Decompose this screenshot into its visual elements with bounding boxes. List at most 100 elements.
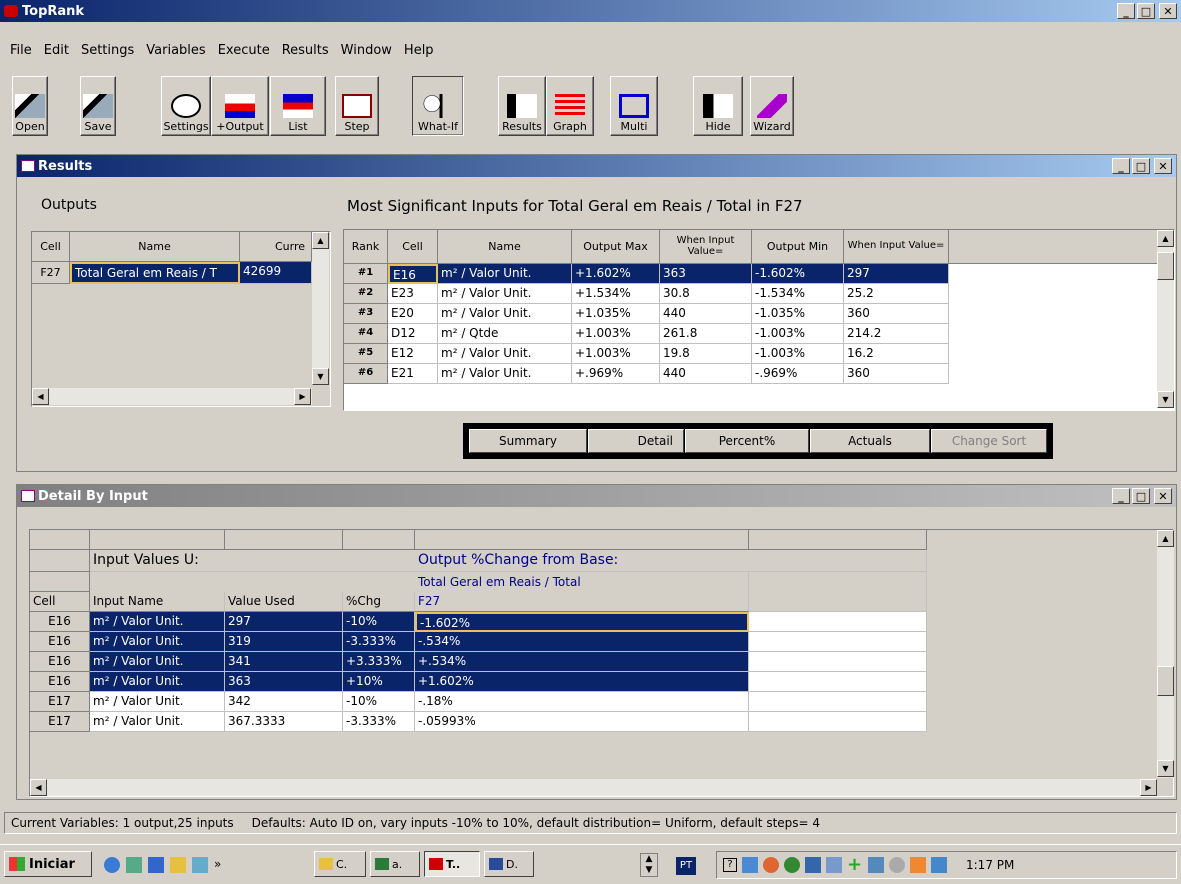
tray-icon-4[interactable] bbox=[805, 857, 821, 873]
detail-row-value-used[interactable]: 363 bbox=[225, 672, 343, 692]
rank-row-cell[interactable]: E12 bbox=[388, 344, 438, 364]
rank-row-cell[interactable]: D12 bbox=[388, 324, 438, 344]
rank-row-max-input-value[interactable]: 440 bbox=[660, 304, 752, 324]
open-button[interactable]: Open bbox=[12, 76, 48, 136]
rank-row-name[interactable]: m² / Valor Unit. bbox=[438, 304, 572, 324]
save-button[interactable]: Save bbox=[80, 76, 116, 136]
detail-row-value-used[interactable]: 342 bbox=[225, 692, 343, 712]
tray-icon-2[interactable] bbox=[763, 857, 779, 873]
outputs-row-current[interactable]: 42699 bbox=[240, 262, 312, 284]
outlook-icon[interactable] bbox=[148, 857, 164, 873]
detail-scroll-down-button[interactable]: ▼ bbox=[1157, 760, 1174, 777]
rank-row-min-input-value[interactable]: 297 bbox=[844, 264, 949, 284]
detail-scroll-thumb[interactable] bbox=[1157, 666, 1174, 696]
tray-plus-icon[interactable]: + bbox=[847, 856, 863, 874]
task-explorer[interactable]: C. bbox=[314, 851, 366, 877]
rank-row-cell[interactable]: E16 bbox=[388, 264, 438, 284]
detail-scroll-left-button[interactable]: ◀ bbox=[30, 779, 47, 796]
rank-row-name[interactable]: m² / Valor Unit. bbox=[438, 284, 572, 304]
more-chevron-icon[interactable]: » bbox=[214, 857, 221, 873]
rank-header-min-input-value[interactable]: When Input Value= bbox=[844, 230, 949, 264]
detail-header-cell[interactable]: Cell bbox=[30, 592, 90, 612]
rank-row-cell[interactable]: E21 bbox=[388, 364, 438, 384]
rank-row-number[interactable]: #1 bbox=[344, 264, 388, 284]
rank-row-name[interactable]: m² / Qtde bbox=[438, 324, 572, 344]
rank-row-output-min[interactable]: -1.534% bbox=[752, 284, 844, 304]
list-button[interactable]: List bbox=[270, 76, 326, 136]
detail-row-cell[interactable]: E16 bbox=[30, 652, 90, 672]
hide-button[interactable]: Hide bbox=[693, 76, 743, 136]
rank-row-output-max[interactable]: +1.602% bbox=[572, 264, 660, 284]
detail-col-header-a[interactable] bbox=[30, 530, 90, 550]
menu-results[interactable]: Results bbox=[276, 43, 335, 58]
outputs-horizontal-scrollbar[interactable] bbox=[32, 388, 312, 405]
tray-icon-5[interactable] bbox=[826, 857, 842, 873]
taskbar-spinner[interactable]: ▲ ▼ bbox=[640, 853, 658, 877]
outputs-row-name[interactable]: Total Geral em Reais / T bbox=[70, 262, 240, 284]
detail-row-output-change[interactable]: +1.602% bbox=[415, 672, 749, 692]
detail-button[interactable]: Detail bbox=[588, 429, 684, 453]
tray-icon-7[interactable] bbox=[889, 857, 905, 873]
rank-row-max-input-value[interactable]: 261.8 bbox=[660, 324, 752, 344]
detail-col-header-d[interactable] bbox=[343, 530, 415, 550]
rank-header-output-max[interactable]: Output Max bbox=[572, 230, 660, 264]
outputs-header-current[interactable]: Curre bbox=[240, 232, 312, 262]
step-button[interactable]: Step bbox=[335, 76, 379, 136]
detail-row-value-used[interactable]: 319 bbox=[225, 632, 343, 652]
task-word[interactable]: D. bbox=[484, 851, 534, 877]
outputs-scroll-down-button[interactable]: ▼ bbox=[312, 368, 329, 385]
detail-row-extra[interactable] bbox=[749, 712, 927, 732]
rank-row-number[interactable]: #5 bbox=[344, 344, 388, 364]
rank-header-cell[interactable]: Cell bbox=[388, 230, 438, 264]
tray-icon-6[interactable] bbox=[868, 857, 884, 873]
wizard-button[interactable]: Wizard bbox=[750, 76, 794, 136]
language-indicator[interactable]: PT bbox=[676, 857, 696, 875]
actuals-button[interactable]: Actuals bbox=[810, 429, 930, 453]
detail-scroll-up-button[interactable]: ▲ bbox=[1157, 530, 1174, 547]
results-close-button[interactable]: ✕ bbox=[1154, 158, 1172, 174]
detail-col-header-f[interactable] bbox=[749, 530, 927, 550]
rank-row-min-input-value[interactable]: 360 bbox=[844, 364, 949, 384]
detail-row-extra[interactable] bbox=[749, 632, 927, 652]
rank-row-number[interactable]: #4 bbox=[344, 324, 388, 344]
detail-row-input-name[interactable]: m² / Valor Unit. bbox=[90, 672, 225, 692]
outputs-header-name[interactable]: Name bbox=[70, 232, 240, 262]
rank-row-number[interactable]: #6 bbox=[344, 364, 388, 384]
detail-row-cell[interactable]: E16 bbox=[30, 612, 90, 632]
detail-row-extra[interactable] bbox=[749, 612, 927, 632]
rank-row-cell[interactable]: E20 bbox=[388, 304, 438, 324]
graph-button[interactable]: Graph bbox=[546, 76, 594, 136]
detail-row-extra[interactable] bbox=[749, 692, 927, 712]
menu-window[interactable]: Window bbox=[335, 43, 398, 58]
detail-col-header-e[interactable] bbox=[415, 530, 749, 550]
outputs-scroll-up-button[interactable]: ▲ bbox=[312, 232, 329, 249]
rank-scroll-up-button[interactable]: ▲ bbox=[1157, 230, 1174, 247]
rank-row-output-min[interactable]: -1.602% bbox=[752, 264, 844, 284]
detail-row-cell[interactable]: E16 bbox=[30, 672, 90, 692]
detail-row-value-used[interactable]: 367.3333 bbox=[225, 712, 343, 732]
detail-scroll-right-button[interactable]: ▶ bbox=[1140, 779, 1157, 796]
results-minimize-button[interactable]: _ bbox=[1112, 158, 1130, 174]
detail-row-output-change[interactable]: -.534% bbox=[415, 632, 749, 652]
rank-row-name[interactable]: m² / Valor Unit. bbox=[438, 344, 572, 364]
rank-row-number[interactable]: #2 bbox=[344, 284, 388, 304]
detail-row-extra[interactable] bbox=[749, 652, 927, 672]
detail-row-input-name[interactable]: m² / Valor Unit. bbox=[90, 612, 225, 632]
rank-row-output-min[interactable]: -1.035% bbox=[752, 304, 844, 324]
rank-row-max-input-value[interactable]: 363 bbox=[660, 264, 752, 284]
rank-row-number[interactable]: #3 bbox=[344, 304, 388, 324]
detail-row-pct-change[interactable]: -3.333% bbox=[343, 712, 415, 732]
detail-row-cell[interactable]: E17 bbox=[30, 692, 90, 712]
detail-row-cell[interactable]: E17 bbox=[30, 712, 90, 732]
rank-row-output-max[interactable]: +.969% bbox=[572, 364, 660, 384]
close-button[interactable]: ✕ bbox=[1159, 3, 1177, 19]
rank-row-output-min[interactable]: -1.003% bbox=[752, 324, 844, 344]
rank-row-output-max[interactable]: +1.035% bbox=[572, 304, 660, 324]
tray-icon-8[interactable] bbox=[910, 857, 926, 873]
detail-row-pct-change[interactable]: -10% bbox=[343, 612, 415, 632]
menu-variables[interactable]: Variables bbox=[140, 43, 211, 58]
what-if-button[interactable]: What-If bbox=[412, 76, 464, 136]
outputs-row-cell[interactable]: F27 bbox=[32, 262, 70, 284]
rank-header-name[interactable]: Name bbox=[438, 230, 572, 264]
outputs-header-cell[interactable]: Cell bbox=[32, 232, 70, 262]
